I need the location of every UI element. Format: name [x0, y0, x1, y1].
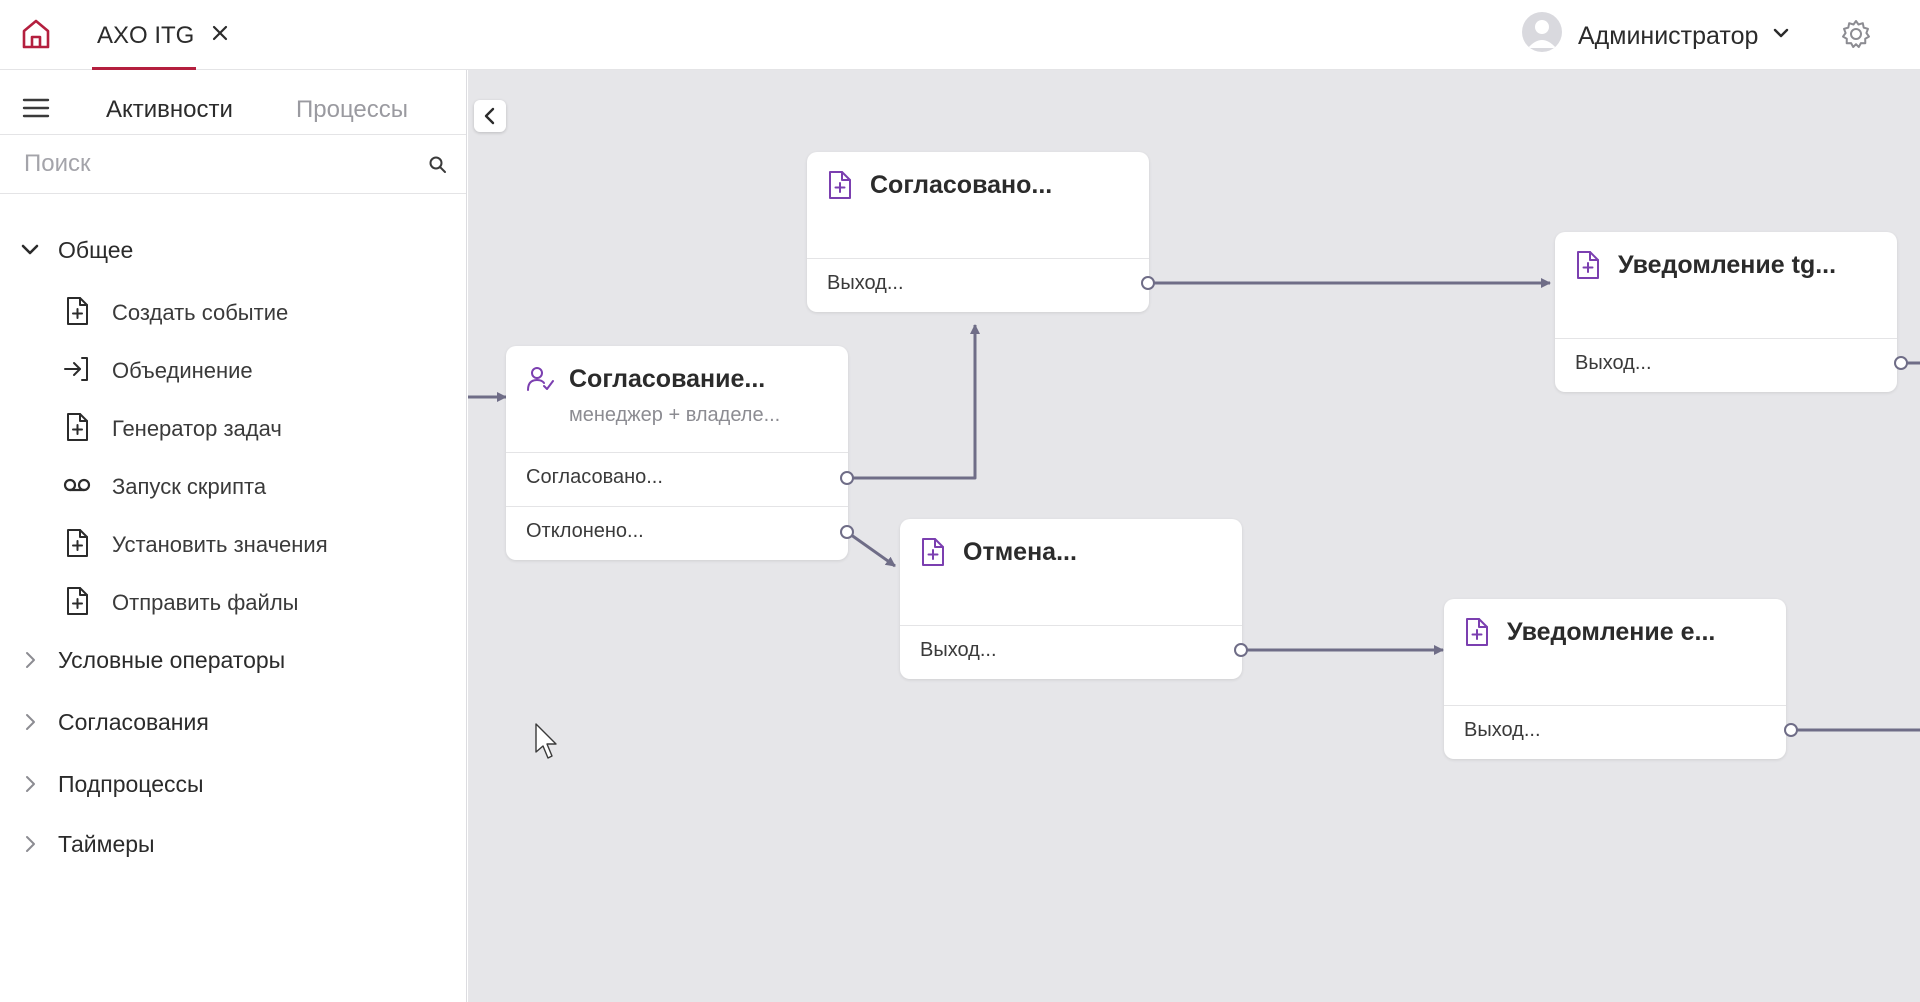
top-bar: AXO ITG Администратор	[0, 0, 1920, 70]
group-label: Условные операторы	[58, 647, 286, 673]
file-plus-icon	[920, 537, 946, 567]
output-label: Выход...	[1575, 352, 1652, 374]
script-icon	[62, 470, 92, 500]
edge-approval-approved	[847, 324, 980, 480]
search-input[interactable]	[24, 145, 404, 183]
chevron-down-icon	[1772, 26, 1790, 40]
activity-label: Генератор задач	[112, 416, 282, 441]
chevron-down-icon	[20, 240, 40, 260]
activity-label: Установить значения	[112, 532, 328, 557]
user-avatar-icon	[1522, 12, 1562, 52]
activity-merge[interactable]: Объединение	[0, 346, 466, 392]
activity-set-values[interactable]: Установить значения	[0, 520, 466, 566]
output-port[interactable]	[1141, 276, 1155, 290]
file-plus-icon	[1464, 617, 1490, 647]
activity-label: Запуск скрипта	[112, 474, 267, 499]
merge-icon	[62, 354, 92, 384]
activity-create-event[interactable]: Создать событие	[0, 288, 466, 334]
activity-label: Объединение	[112, 358, 253, 383]
group-label: Подпроцессы	[58, 771, 204, 797]
user-check-icon	[526, 364, 554, 394]
chevron-right-icon	[20, 834, 40, 854]
process-canvas[interactable]: Согласование... менеджер + владеле... Со…	[468, 70, 1920, 1002]
activity-task-generator[interactable]: Генератор задач	[0, 404, 466, 450]
group-label: Таймеры	[58, 831, 155, 857]
hamburger-menu-icon[interactable]	[22, 97, 50, 119]
node-output[interactable]: Выход...	[1555, 338, 1897, 392]
output-port[interactable]	[1234, 643, 1248, 657]
node-output[interactable]: Выход...	[807, 258, 1149, 312]
tab-axo-itg[interactable]: AXO ITG	[92, 0, 196, 70]
chevron-right-icon	[20, 774, 40, 794]
node-subtitle: менеджер + владеле...	[569, 404, 781, 426]
node-title: Уведомление tg...	[1618, 251, 1837, 279]
group-approvals[interactable]: Согласования	[0, 700, 466, 744]
group-conditional-operators[interactable]: Условные операторы	[0, 638, 466, 682]
node-output-rejected[interactable]: Отклонено...	[506, 506, 848, 560]
sidebar: Активности Процессы Общее Создать событи…	[0, 70, 467, 1002]
node-title: Отмена...	[963, 538, 1077, 566]
output-label: Выход...	[827, 272, 904, 294]
group-general[interactable]: Общее	[0, 228, 466, 272]
edge-approval-cancel	[846, 530, 896, 568]
group-label: Общее	[58, 237, 134, 263]
node-title: Согласовано...	[870, 171, 1053, 199]
node-approved[interactable]: Согласовано... Выход...	[807, 152, 1149, 312]
group-label: Согласования	[58, 709, 209, 735]
group-subprocesses[interactable]: Подпроцессы	[0, 762, 466, 806]
file-plus-icon	[62, 412, 92, 442]
user-name: Администратор	[1578, 22, 1759, 50]
activity-send-files[interactable]: Отправить файлы	[0, 578, 466, 624]
file-plus-icon	[62, 528, 92, 558]
file-plus-icon	[827, 170, 853, 200]
gear-icon[interactable]	[1840, 18, 1872, 50]
node-notify-tg[interactable]: Уведомление tg... Выход...	[1555, 232, 1897, 392]
home-icon[interactable]	[20, 17, 52, 51]
node-title: Уведомление е...	[1507, 618, 1716, 646]
node-title: Согласование...	[569, 365, 766, 393]
node-approval[interactable]: Согласование... менеджер + владеле... Со…	[506, 346, 848, 560]
output-port[interactable]	[1894, 356, 1908, 370]
file-plus-icon	[62, 296, 92, 326]
collapse-sidebar-button[interactable]	[474, 100, 506, 132]
file-plus-icon	[1575, 250, 1601, 280]
close-icon[interactable]	[209, 22, 231, 44]
user-menu[interactable]: Администратор	[1522, 12, 1796, 58]
node-output[interactable]: Выход...	[900, 625, 1242, 679]
activity-run-script[interactable]: Запуск скрипта	[0, 462, 466, 508]
activity-label: Создать событие	[112, 300, 289, 325]
file-plus-icon	[62, 586, 92, 616]
chevron-right-icon	[20, 712, 40, 732]
cursor-icon	[534, 722, 560, 762]
tab-activities[interactable]: Активности	[106, 96, 233, 124]
output-label: Отклонено...	[526, 520, 644, 542]
output-port[interactable]	[840, 525, 854, 539]
node-output[interactable]: Выход...	[1444, 705, 1786, 759]
output-label: Выход...	[920, 639, 997, 661]
output-port[interactable]	[1784, 723, 1798, 737]
tab-title: AXO ITG	[97, 22, 195, 49]
search-bar	[0, 134, 466, 194]
group-timers[interactable]: Таймеры	[0, 822, 466, 866]
search-icon[interactable]	[428, 155, 448, 175]
chevron-right-icon	[20, 650, 40, 670]
node-cancel[interactable]: Отмена... Выход...	[900, 519, 1242, 679]
output-label: Выход...	[1464, 719, 1541, 741]
output-label: Согласовано...	[526, 466, 663, 488]
output-port[interactable]	[840, 471, 854, 485]
tab-processes[interactable]: Процессы	[296, 96, 408, 124]
node-notify-email[interactable]: Уведомление е... Выход...	[1444, 599, 1786, 759]
node-output-approved[interactable]: Согласовано...	[506, 452, 848, 506]
activity-label: Отправить файлы	[112, 590, 299, 615]
